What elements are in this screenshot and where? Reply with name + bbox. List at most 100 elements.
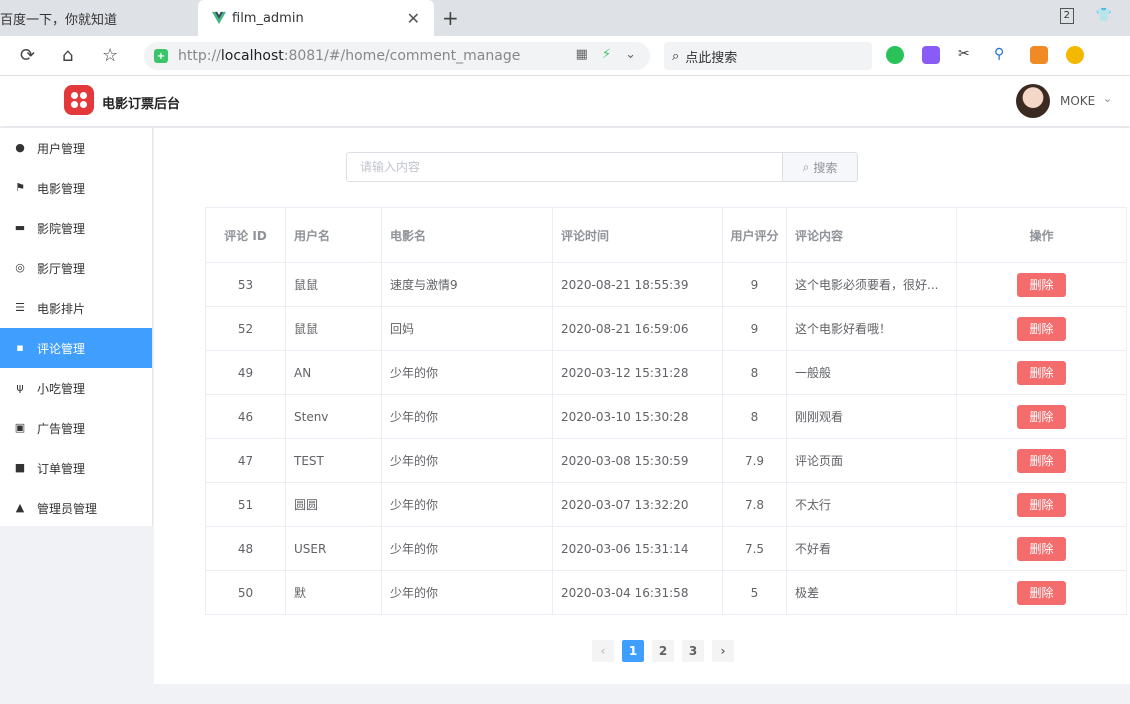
chevron-down-icon[interactable]: ⌄ bbox=[625, 47, 636, 62]
browser-search-box[interactable]: ⌕ 点此搜索 bbox=[664, 42, 872, 70]
cell-actions: 删除 bbox=[956, 262, 1127, 307]
delete-button[interactable]: 删除 bbox=[1017, 316, 1066, 341]
cell-id: 49 bbox=[205, 350, 286, 395]
avatar[interactable] bbox=[1016, 84, 1050, 118]
delete-button[interactable]: 删除 bbox=[1017, 492, 1066, 517]
delete-button[interactable]: 删除 bbox=[1017, 404, 1066, 429]
username[interactable]: MOKE bbox=[1060, 94, 1095, 108]
col-header-content: 评论内容 bbox=[786, 207, 957, 263]
shirt-icon[interactable]: 👕 bbox=[1096, 8, 1112, 24]
url-field[interactable]: + http://localhost:8081/#/home/comment_m… bbox=[144, 42, 650, 70]
col-header-time: 评论时间 bbox=[552, 207, 723, 263]
sidebar-item-users[interactable]: ● 用户管理 bbox=[0, 128, 152, 168]
scissors-icon[interactable]: ✂ bbox=[958, 46, 976, 64]
col-header-actions: 操作 bbox=[956, 207, 1127, 263]
coin-icon[interactable] bbox=[1066, 46, 1084, 64]
url-text: http://localhost:8081/#/home/comment_man… bbox=[178, 48, 521, 64]
page-button-2[interactable]: 2 bbox=[652, 640, 674, 662]
page-button-3[interactable]: 3 bbox=[682, 640, 704, 662]
reload-icon[interactable]: ⟳ bbox=[20, 45, 35, 66]
cell-user: 鼠鼠 bbox=[285, 262, 382, 307]
user-icon: ● bbox=[15, 141, 25, 154]
chevron-down-icon[interactable]: ⌄ bbox=[1103, 92, 1112, 105]
cell-id: 47 bbox=[205, 438, 286, 483]
sidebar-item-ads[interactable]: ▣ 广告管理 bbox=[0, 408, 152, 448]
comment-table: 评论 ID 用户名 电影名 评论时间 用户评分 评论内容 操作 53 鼠鼠 速度与激… bbox=[205, 207, 1127, 615]
cell-id: 50 bbox=[205, 570, 286, 615]
order-icon: ■ bbox=[14, 461, 26, 474]
tab-count-icon[interactable]: 2 bbox=[1059, 8, 1074, 24]
sidebar-item-halls[interactable]: ◎ 影厅管理 bbox=[0, 248, 152, 288]
next-page-button[interactable]: › bbox=[712, 640, 734, 662]
cell-score: 7.5 bbox=[722, 526, 787, 571]
cell-actions: 删除 bbox=[956, 306, 1127, 351]
cell-actions: 删除 bbox=[956, 526, 1127, 571]
browser-tab-baidu[interactable]: 百度一下，你就知道 bbox=[0, 0, 198, 36]
cell-content: 这个电影必须要看，很好... bbox=[786, 262, 957, 307]
cell-actions: 删除 bbox=[956, 394, 1127, 439]
sidebar-item-schedule[interactable]: ☰ 电影排片 bbox=[0, 288, 152, 328]
cell-score: 8 bbox=[722, 350, 787, 395]
cell-score: 9 bbox=[722, 306, 787, 351]
cell-time: 2020-03-12 15:31:28 bbox=[552, 350, 723, 395]
home-icon[interactable]: ⌂ bbox=[62, 45, 73, 66]
admin-icon: ▲ bbox=[15, 501, 25, 514]
cell-score: 5 bbox=[722, 570, 787, 615]
browser-tab-label: 百度一下，你就知道 bbox=[0, 12, 118, 28]
table-row: 46 Stenv 少年的你 2020-03-10 15:30:28 8 刚刚观看 删除 bbox=[205, 394, 1127, 439]
cell-time: 2020-03-04 16:31:58 bbox=[552, 570, 723, 615]
delete-button[interactable]: 删除 bbox=[1017, 448, 1066, 473]
cell-id: 53 bbox=[205, 262, 286, 307]
vue-logo-icon bbox=[212, 11, 226, 25]
browser-search-placeholder: 点此搜索 bbox=[685, 50, 738, 66]
delete-button[interactable]: 删除 bbox=[1017, 580, 1066, 605]
cell-film: 少年的你 bbox=[381, 438, 553, 483]
gamepad-icon[interactable] bbox=[1030, 46, 1048, 64]
fork-icon: ψ bbox=[16, 381, 24, 394]
table-row: 53 鼠鼠 速度与激情9 2020-08-21 18:55:39 9 这个电影必须要看，很… bbox=[205, 262, 1127, 307]
browser-tab-film-admin[interactable]: film_admin ✕ bbox=[198, 0, 434, 36]
pagination: ‹ 1 2 3 › bbox=[592, 640, 734, 662]
page-button-1[interactable]: 1 bbox=[622, 640, 644, 662]
ad-icon: ▣ bbox=[14, 421, 26, 434]
cell-time: 2020-03-10 15:30:28 bbox=[552, 394, 723, 439]
sidebar-item-films[interactable]: ⚑ 电影管理 bbox=[0, 168, 152, 208]
sidebar-item-cinemas[interactable]: ▬ 影院管理 bbox=[0, 208, 152, 248]
app-header: 电影订票后台 MOKE ⌄ bbox=[0, 76, 1130, 126]
sidebar-item-admins[interactable]: ▲ 管理员管理 bbox=[0, 488, 152, 528]
star-icon[interactable]: ☆ bbox=[102, 45, 118, 66]
cell-film: 回妈 bbox=[381, 306, 553, 351]
close-tab-icon[interactable]: ✕ bbox=[407, 9, 420, 28]
cell-actions: 删除 bbox=[956, 350, 1127, 395]
table-header-row: 评论 ID 用户名 电影名 评论时间 用户评分 评论内容 操作 bbox=[205, 207, 1127, 263]
cell-film: 少年的你 bbox=[381, 526, 553, 571]
sidebar-item-orders[interactable]: ■ 订单管理 bbox=[0, 448, 152, 488]
extension-green-icon[interactable] bbox=[886, 46, 904, 64]
translate-icon[interactable] bbox=[922, 46, 940, 64]
delete-button[interactable]: 删除 bbox=[1017, 272, 1066, 297]
prev-page-button[interactable]: ‹ bbox=[592, 640, 614, 662]
search-icon: ⌕ bbox=[802, 159, 810, 174]
main-content: 请输入内容 ⌕ 搜索 评论 ID 用户名 电影名 评论时间 用户评分 评论内容 … bbox=[154, 128, 1130, 684]
security-shield-icon: + bbox=[154, 49, 168, 63]
cell-user: 圆圆 bbox=[285, 482, 382, 527]
browser-tab-label: film_admin bbox=[232, 10, 304, 26]
sidebar-item-comments[interactable]: ▪ 评论管理 bbox=[0, 328, 152, 368]
cell-score: 7.9 bbox=[722, 438, 787, 483]
cell-content: 不太行 bbox=[786, 482, 957, 527]
new-tab-icon[interactable]: + bbox=[442, 6, 459, 30]
table-row: 50 默少年的你 2020-03-04 16:31:58 5 极差 删除 bbox=[205, 570, 1127, 615]
table-row: 48 USER 少年的你 2020-03-06 15:31:14 7.5 不好看 删除 bbox=[205, 526, 1127, 571]
delete-button[interactable]: 删除 bbox=[1017, 360, 1066, 385]
comment-search-input[interactable]: 请输入内容 bbox=[346, 152, 782, 182]
bolt-icon[interactable]: ⚡ bbox=[602, 47, 611, 62]
cell-score: 8 bbox=[722, 394, 787, 439]
col-header-user: 用户名 bbox=[285, 207, 382, 263]
search-button[interactable]: ⌕ 搜索 bbox=[782, 152, 858, 182]
cell-film: 少年的你 bbox=[381, 482, 553, 527]
delete-button[interactable]: 删除 bbox=[1017, 536, 1066, 561]
magnifier-icon[interactable]: ⚲ bbox=[994, 46, 1012, 64]
sidebar-item-snacks[interactable]: ψ 小吃管理 bbox=[0, 368, 152, 408]
qr-icon[interactable]: ▦ bbox=[576, 47, 588, 62]
cell-actions: 删除 bbox=[956, 570, 1127, 615]
